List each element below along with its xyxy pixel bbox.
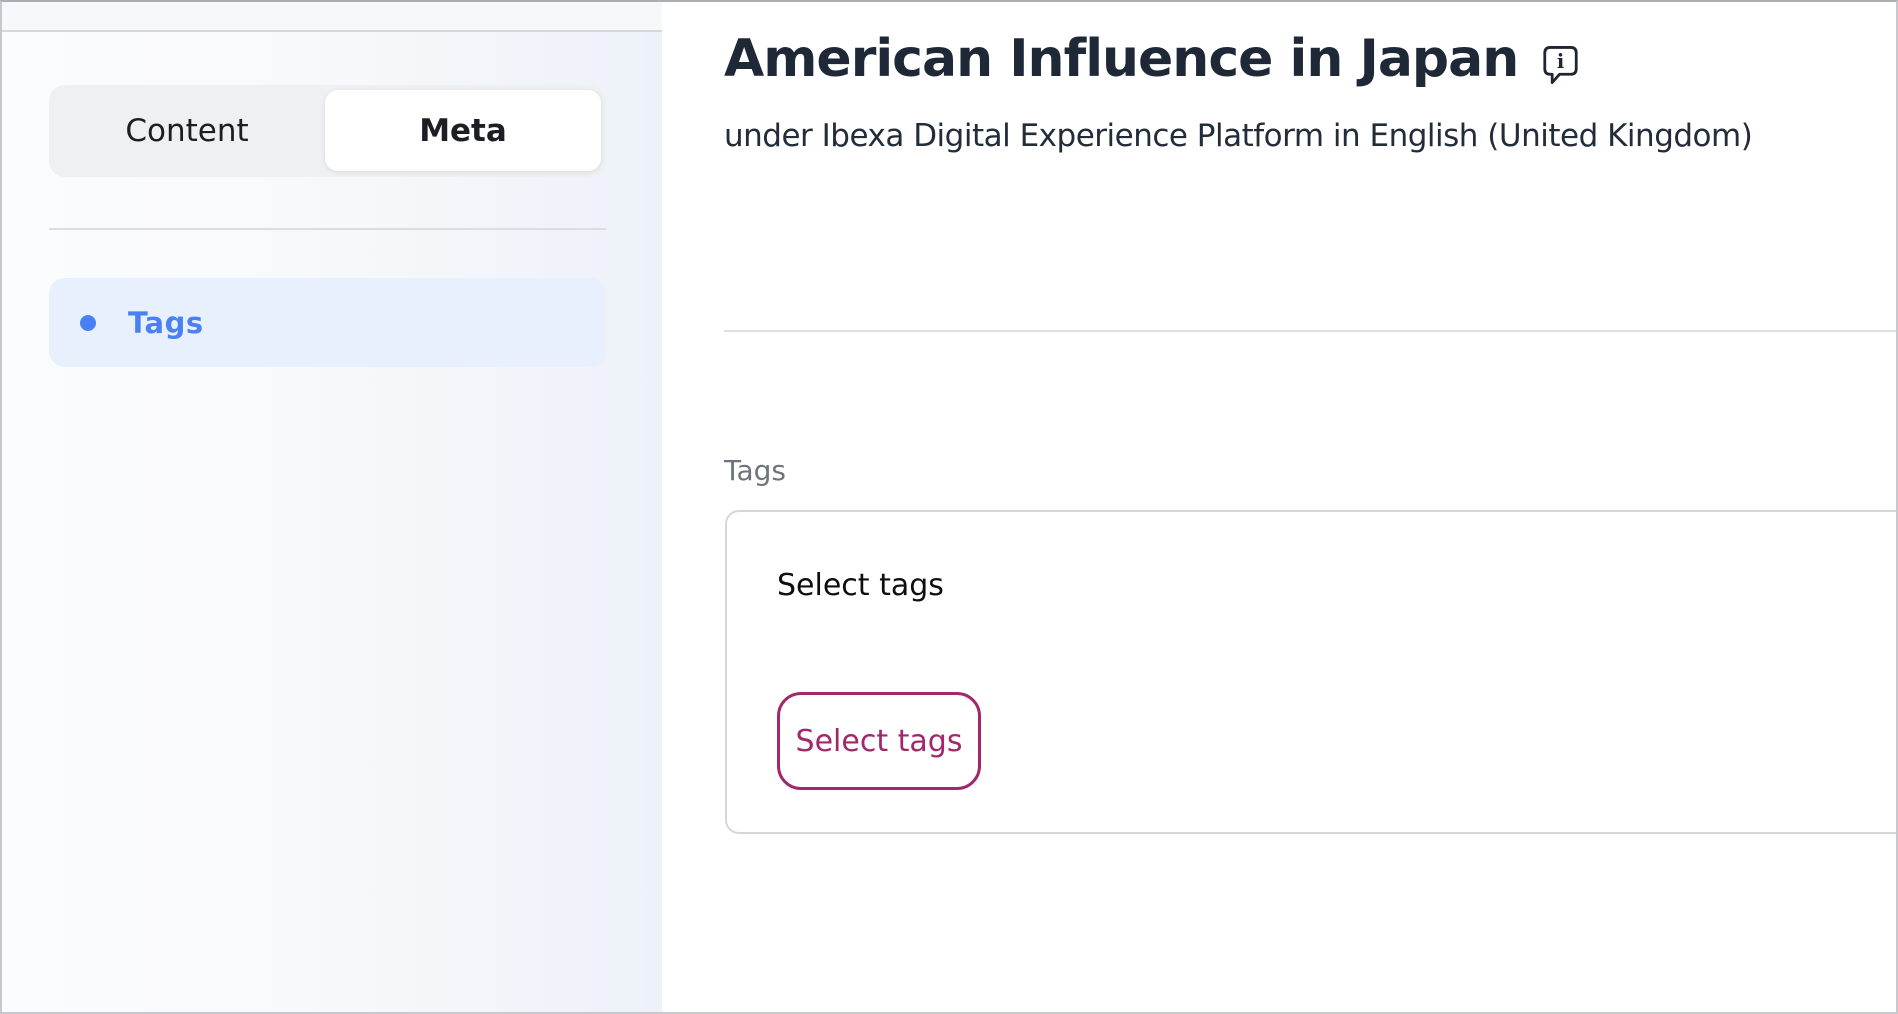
- main-edit-area: American Influence in Japan i under Ibex…: [662, 2, 1896, 1012]
- active-dot-icon: [80, 315, 96, 331]
- header-divider: [724, 330, 1898, 332]
- svg-text:i: i: [1557, 50, 1564, 73]
- sidebar-top-strip: [2, 2, 662, 32]
- tags-field-group: Select tags Select tags: [725, 510, 1898, 834]
- tags-field-inner-label: Select tags: [777, 568, 944, 603]
- select-tags-button-label: Select tags: [796, 724, 963, 759]
- tab-content[interactable]: Content: [49, 85, 325, 177]
- info-speech-bubble-icon[interactable]: i: [1542, 44, 1579, 90]
- page-title: American Influence in Japan: [724, 28, 1518, 90]
- tags-field-label: Tags: [724, 454, 786, 487]
- title-row: American Influence in Japan i: [724, 28, 1579, 90]
- edit-sidebar: Content Meta Tags: [2, 2, 662, 1012]
- sidebar-item-tags-label: Tags: [128, 306, 204, 340]
- tab-content-label: Content: [125, 113, 248, 149]
- tab-meta-label: Meta: [419, 113, 507, 149]
- content-edit-window: Content Meta Tags American Influence in …: [0, 0, 1898, 1014]
- content-meta-tab-switcher: Content Meta: [49, 85, 606, 177]
- sidebar-item-tags[interactable]: Tags: [49, 278, 606, 367]
- sidebar-divider: [49, 228, 606, 230]
- content-location-subtitle: under Ibexa Digital Experience Platform …: [724, 118, 1752, 154]
- select-tags-button[interactable]: Select tags: [777, 692, 981, 790]
- tab-meta[interactable]: Meta: [325, 90, 601, 171]
